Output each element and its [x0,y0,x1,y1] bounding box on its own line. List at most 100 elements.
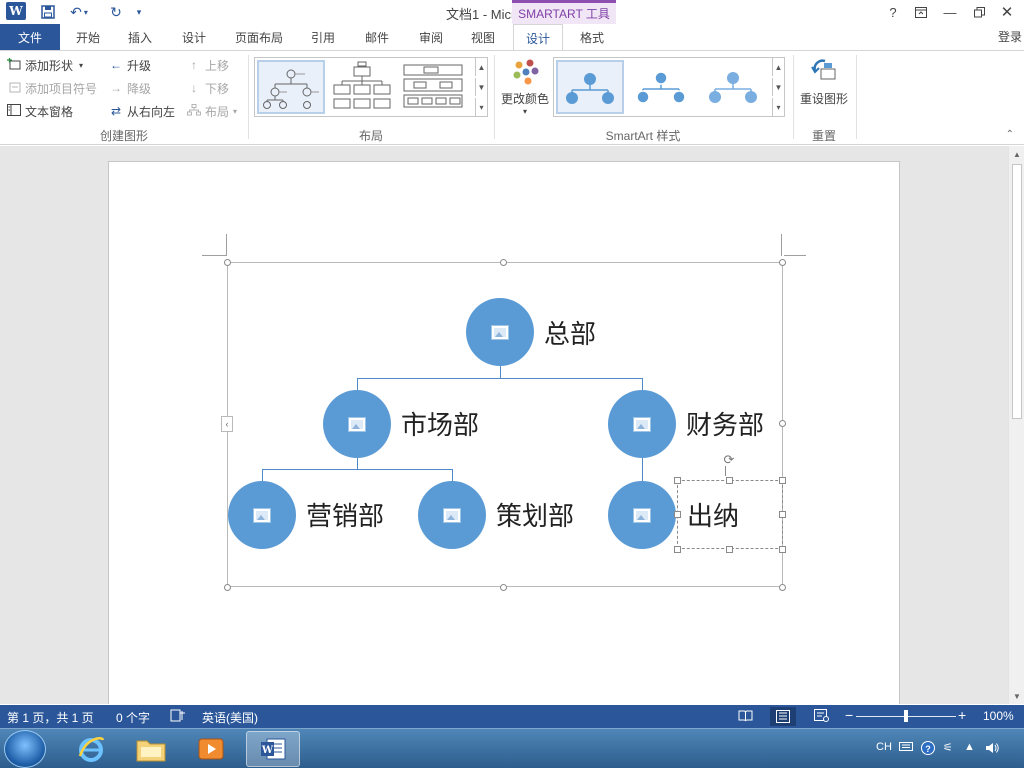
tab-references[interactable]: 引用 [298,24,348,50]
layout-thumbnail-hierarchy[interactable] [257,60,325,114]
ime-indicator[interactable]: CH [876,741,892,753]
page-count[interactable]: 第 1 页，共 1 页 [7,709,94,726]
move-up-button[interactable]: ↑ 上移 [186,55,229,75]
resize-handle[interactable] [779,259,786,266]
word-count[interactable]: 0 个字 [116,709,150,726]
rotate-handle-icon[interactable]: ⟳ [722,452,736,467]
tab-review[interactable]: 审阅 [406,24,456,50]
customize-qat-icon[interactable]: ▾ [132,2,146,22]
text-pane-toggle-icon[interactable]: ‹ [221,416,233,432]
resize-handle[interactable] [674,511,681,518]
keyboard-icon[interactable] [899,741,913,755]
save-icon[interactable] [38,2,58,22]
zoom-level[interactable]: 100% [983,709,1014,723]
layout-thumbnail-org-chart[interactable] [329,60,397,114]
node-picture-placeholder[interactable] [608,390,676,458]
word-taskbar-icon[interactable]: W [246,731,300,767]
language-indicator[interactable]: 英语(美国) [202,709,258,726]
resize-handle[interactable] [779,584,786,591]
start-button-icon[interactable] [4,730,46,768]
scrollbar-thumb[interactable] [1012,164,1022,419]
node-label-planning[interactable]: 策划部 [496,496,574,533]
text-pane-button[interactable]: 文本窗格 [6,101,73,121]
resize-handle[interactable] [224,259,231,266]
right-to-left-button[interactable]: ⇄ 从右向左 [108,101,175,121]
resize-handle[interactable] [674,477,681,484]
resize-handle[interactable] [224,584,231,591]
change-colors-button[interactable]: 更改颜色 ▾ [500,57,550,116]
tab-design[interactable]: 设计 [170,24,218,50]
layout-button[interactable]: 布局 ▾ [186,101,237,121]
minimize-icon[interactable]: — [937,2,963,22]
tab-mailings[interactable]: 邮件 [352,24,402,50]
tab-page-layout[interactable]: 页面布局 [226,24,292,50]
close-icon[interactable]: ✕ [994,2,1020,22]
ime-options-icon[interactable]: ⚟ [943,741,953,754]
media-player-icon[interactable] [184,731,238,767]
style-thumbnail-simple[interactable] [556,60,624,114]
tab-smartart-format[interactable]: 格式 [568,24,616,50]
zoom-out-icon[interactable]: − [845,707,853,723]
gallery-scroll-down-icon[interactable]: ▼ [772,78,784,96]
node-label-finance[interactable]: 财务部 [686,405,764,442]
gallery-more-icon[interactable]: ▾ [475,98,487,116]
node-picture-placeholder[interactable] [418,481,486,549]
resize-handle[interactable] [500,259,507,266]
file-explorer-icon[interactable] [124,731,178,767]
resize-handle[interactable] [779,511,786,518]
internet-explorer-icon[interactable] [64,731,118,767]
node-picture-placeholder[interactable] [228,481,296,549]
tab-file[interactable]: 文件 [0,24,60,50]
node-label-cashier[interactable]: 出纳 [687,496,739,533]
word-app-icon[interactable]: W [6,2,26,20]
demote-button[interactable]: → 降级 [108,78,151,98]
reset-graphic-button[interactable]: 重设图形 [798,57,850,107]
read-mode-icon[interactable] [738,709,753,725]
gallery-scroll-down-icon[interactable]: ▼ [475,78,487,96]
print-layout-icon[interactable] [770,707,796,726]
volume-icon[interactable] [984,741,1000,758]
resize-handle[interactable] [674,546,681,553]
tab-home[interactable]: 开始 [64,24,112,50]
tab-view[interactable]: 视图 [458,24,508,50]
restore-icon[interactable] [966,2,992,22]
show-hidden-icons-icon[interactable]: ▲ [964,741,975,753]
zoom-in-icon[interactable]: + [958,707,966,723]
web-layout-icon[interactable] [814,709,829,725]
style-thumbnail-subtle-effect[interactable] [700,60,768,114]
move-down-button[interactable]: ↓ 下移 [186,78,229,98]
node-label-sales[interactable]: 营销部 [306,496,384,533]
style-thumbnail-white-outline[interactable] [628,60,696,114]
add-bullet-button[interactable]: 添加项目符号 [6,78,97,98]
gallery-scroll-up-icon[interactable]: ▲ [772,58,784,76]
vertical-scrollbar[interactable]: ▲ ▼ [1008,146,1024,704]
proofing-icon[interactable] [170,709,186,725]
resize-handle[interactable] [726,477,733,484]
sign-in-link[interactable]: 登录 [998,28,1022,45]
help-tray-icon[interactable]: ? [920,741,936,760]
layout-thumbnail-labeled-hierarchy[interactable] [401,60,469,114]
scroll-up-icon[interactable]: ▲ [1009,146,1024,162]
collapse-ribbon-icon[interactable]: ⌃ [1006,129,1014,140]
undo-icon[interactable]: ↶ ▾ [66,2,92,22]
resize-handle[interactable] [500,584,507,591]
zoom-slider-thumb[interactable] [904,710,908,722]
node-picture-placeholder[interactable] [466,298,534,366]
node-picture-placeholder[interactable] [608,481,676,549]
node-label-headquarters[interactable]: 总部 [544,314,596,351]
tab-insert[interactable]: 插入 [116,24,164,50]
gallery-more-icon[interactable]: ▾ [772,98,784,116]
resize-handle[interactable] [726,546,733,553]
help-button[interactable]: ? [880,2,906,22]
node-label-marketing[interactable]: 市场部 [401,405,479,442]
promote-button[interactable]: ← 升级 [108,55,151,75]
resize-handle[interactable] [779,477,786,484]
tab-smartart-design[interactable]: 设计 [513,24,563,51]
node-picture-placeholder[interactable] [323,390,391,458]
gallery-scroll-up-icon[interactable]: ▲ [475,58,487,76]
resize-handle[interactable] [779,546,786,553]
add-shape-button[interactable]: 添加形状 ▾ [6,55,83,75]
redo-icon[interactable]: ↻ [106,2,126,22]
resize-handle[interactable] [779,420,786,427]
scroll-down-icon[interactable]: ▼ [1009,688,1024,704]
